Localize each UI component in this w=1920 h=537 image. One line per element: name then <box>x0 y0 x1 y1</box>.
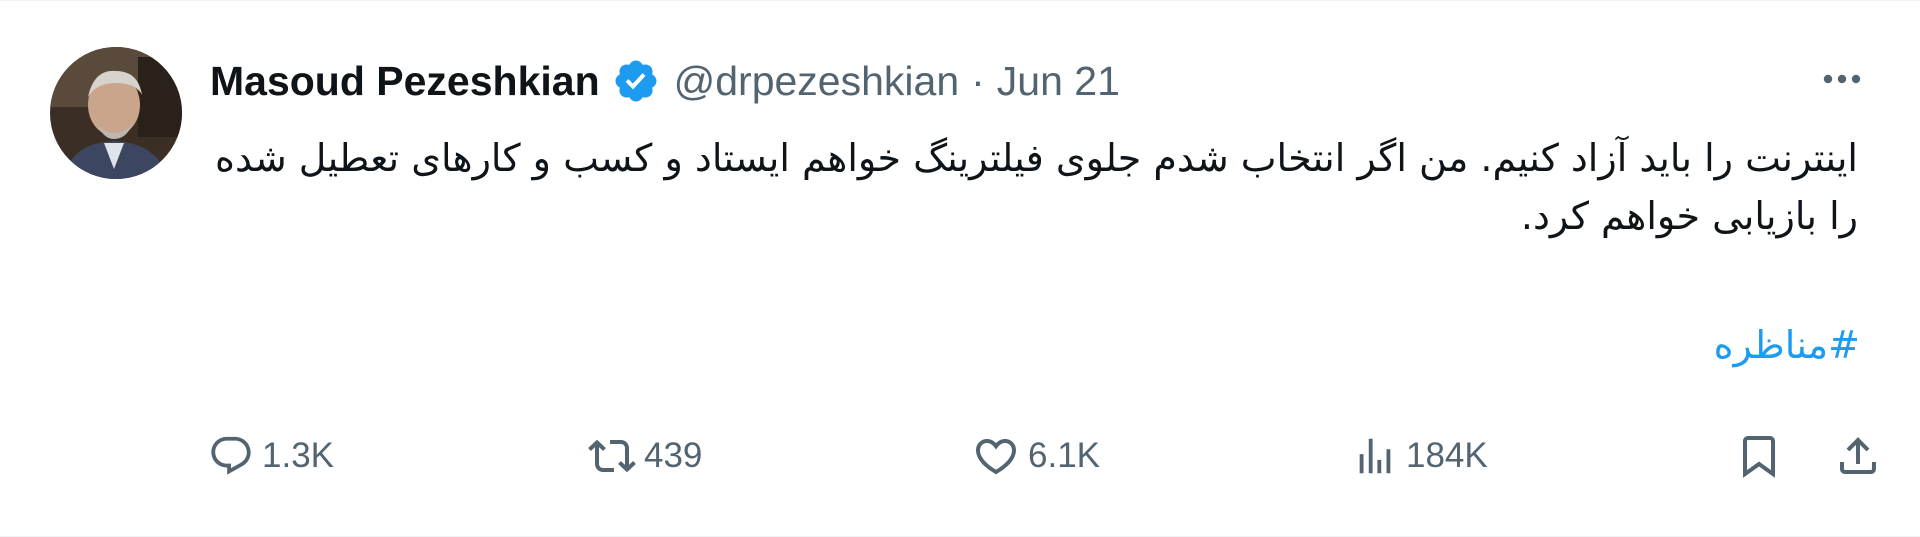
verified-badge-icon[interactable] <box>612 57 660 105</box>
bookmark-icon <box>1735 432 1783 480</box>
like-count: 6.1K <box>1028 436 1100 475</box>
views-count: 184K <box>1406 436 1488 475</box>
views-button[interactable]: 184K <box>1352 421 1488 491</box>
share-upload-icon <box>1834 432 1882 480</box>
bookmark-button[interactable] <box>1735 421 1783 491</box>
tweet-date[interactable]: Jun 21 <box>997 58 1120 105</box>
reply-button[interactable]: 1.3K <box>208 421 334 491</box>
retweet-arrows-icon <box>588 432 636 480</box>
heart-icon <box>972 432 1020 480</box>
tweet-header: Masoud Pezeshkian @drpezeshkian · Jun 21 <box>210 51 1120 111</box>
speech-bubble-icon <box>208 433 254 479</box>
retweet-button[interactable]: 439 <box>588 421 702 491</box>
three-dots-icon <box>1823 74 1861 84</box>
reply-count: 1.3K <box>262 436 334 475</box>
separator-dot: · <box>971 57 985 104</box>
avatar[interactable] <box>50 47 182 179</box>
more-options-button[interactable] <box>1814 57 1870 101</box>
tweet-text: اینترنت را باید آزاد کنیم. من اگر انتخاب… <box>215 136 1858 238</box>
bar-chart-icon <box>1352 433 1398 479</box>
author-name[interactable]: Masoud Pezeshkian <box>210 58 600 105</box>
retweet-count: 439 <box>644 436 703 475</box>
author-handle[interactable]: @drpezeshkian <box>674 58 960 105</box>
hashtag-link[interactable]: #مناظره <box>1714 323 1860 367</box>
tweet-card[interactable]: Masoud Pezeshkian @drpezeshkian · Jun 21… <box>0 0 1920 537</box>
share-button[interactable] <box>1834 421 1882 491</box>
like-button[interactable]: 6.1K <box>972 421 1100 491</box>
